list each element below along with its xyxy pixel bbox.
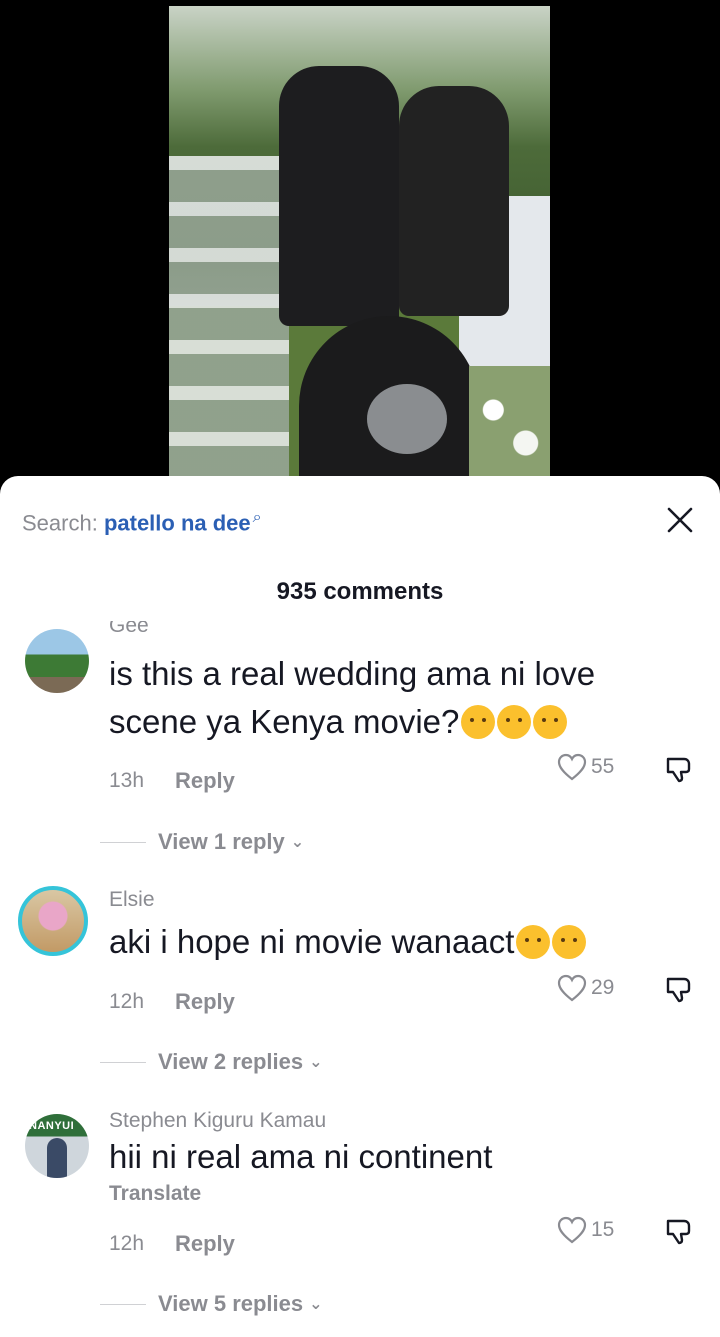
like-count: 29 <box>591 976 615 999</box>
dislike-icon[interactable] <box>664 753 696 785</box>
video-flowers <box>469 366 550 476</box>
comment-text: aki i hope ni movie wanaact <box>109 918 689 966</box>
chevron-down-icon: ⌄ <box>290 834 305 851</box>
search-icon: ⌕ <box>252 509 262 526</box>
video-person <box>399 86 509 316</box>
comment-username[interactable]: Gee <box>109 621 149 637</box>
comment-time: 12h <box>109 1232 145 1255</box>
video-person <box>279 66 399 326</box>
divider-line <box>100 1061 146 1063</box>
heart-icon <box>557 974 587 1002</box>
heart-icon <box>557 1216 587 1244</box>
divider-line <box>100 1303 146 1305</box>
avatar-sign-text: NANYUI <box>29 1120 75 1132</box>
video-chairs <box>169 156 289 476</box>
search-suggestion[interactable]: Search: patello na dee ⌕ <box>22 509 262 536</box>
heart-icon <box>557 753 587 781</box>
like-count: 15 <box>591 1218 615 1241</box>
comment-time: 12h <box>109 990 145 1013</box>
dislike-icon[interactable] <box>664 1215 696 1247</box>
comments-sheet: Search: patello na dee ⌕ 935 comments Gee… <box>0 476 720 1337</box>
avatar[interactable] <box>25 629 89 693</box>
view-replies-button[interactable]: View 2 replies ⌄ <box>100 1049 323 1075</box>
view-replies-button[interactable]: View 1 reply ⌄ <box>100 829 304 855</box>
like-button[interactable]: 15 <box>557 1216 614 1244</box>
video-frame[interactable] <box>169 6 550 476</box>
view-replies-label: View 1 reply <box>158 829 285 854</box>
dislike-icon[interactable] <box>664 973 696 1005</box>
divider-line <box>100 841 146 843</box>
comment-count: 935 comments <box>276 578 444 605</box>
reply-button[interactable]: Reply <box>175 989 235 1015</box>
comment-username[interactable]: Stephen Kiguru Kamau <box>109 1109 326 1133</box>
reply-button[interactable]: Reply <box>175 768 235 794</box>
thinking-face-icon <box>461 705 496 739</box>
reply-button[interactable]: Reply <box>175 1231 235 1257</box>
translate-button[interactable]: Translate <box>109 1182 201 1206</box>
comment-username[interactable]: Elsie <box>109 888 155 912</box>
avatar-person <box>47 1138 67 1178</box>
comment-text: is this a real wedding ama ni love scene… <box>109 650 689 746</box>
like-count: 55 <box>591 755 615 778</box>
video-cap <box>367 384 447 454</box>
avatar[interactable]: NANYUI <box>25 1114 89 1178</box>
chevron-down-icon: ⌄ <box>309 1054 323 1071</box>
loudly-crying-face-icon <box>516 925 551 959</box>
search-query: patello na dee <box>103 510 251 536</box>
like-button[interactable]: 55 <box>557 753 614 781</box>
close-icon[interactable] <box>662 502 698 538</box>
view-replies-label: View 5 replies <box>158 1291 304 1316</box>
rolling-laughing-icon <box>533 705 568 739</box>
view-replies-button[interactable]: View 5 replies ⌄ <box>100 1291 323 1317</box>
view-replies-label: View 2 replies <box>158 1049 304 1074</box>
like-button[interactable]: 29 <box>557 974 614 1002</box>
pleading-face-icon <box>497 705 532 739</box>
search-prefix: Search: <box>22 510 104 536</box>
chevron-down-icon: ⌄ <box>309 1296 323 1313</box>
avatar[interactable] <box>18 886 88 956</box>
comment-time: 13h <box>109 769 145 792</box>
comment-text-body: aki i hope ni movie wanaact <box>109 923 515 960</box>
tears-of-joy-icon <box>552 925 587 959</box>
comment-text: hii ni real ama ni continent <box>109 1138 493 1175</box>
